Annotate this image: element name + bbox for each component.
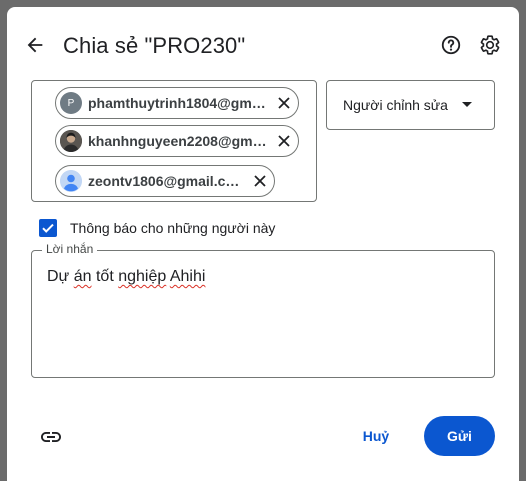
avatar	[60, 170, 82, 192]
share-dialog: Chia sẻ "PRO230" P phamthuytrinh1804@gma…	[7, 7, 519, 481]
help-icon	[441, 35, 461, 55]
dialog-title: Chia sẻ "PRO230"	[63, 33, 246, 58]
close-icon	[278, 97, 290, 109]
notify-label: Thông báo cho những người này	[70, 220, 276, 236]
dialog-header: Chia sẻ "PRO230"	[7, 7, 519, 83]
role-dropdown[interactable]: Người chỉnh sửa	[326, 80, 495, 130]
avatar-letter: P	[67, 97, 75, 109]
link-icon	[41, 432, 61, 442]
message-text: Dự án tốt nghiệp Ahihi	[47, 268, 205, 286]
back-button[interactable]	[21, 31, 49, 59]
message-word: tốt	[95, 268, 114, 285]
recipient-email: phamthuytrinh1804@gmai…	[88, 95, 270, 111]
copy-link-button[interactable]	[37, 423, 65, 451]
remove-recipient-button[interactable]	[274, 131, 294, 151]
gear-icon	[480, 35, 500, 55]
checkmark-icon	[42, 223, 54, 233]
message-word: Dự	[47, 268, 70, 285]
message-legend: Lời nhắn	[42, 242, 98, 256]
arrow-back-icon	[27, 37, 43, 53]
recipients-field[interactable]: P phamthuytrinh1804@gmai… khanhnguyeen22…	[31, 80, 317, 202]
recipient-chip[interactable]: zeontv1806@gmail.com	[55, 165, 275, 197]
send-button[interactable]: Gửi	[424, 416, 495, 456]
dropdown-caret-icon	[462, 102, 472, 107]
message-word: án	[73, 268, 92, 285]
recipient-email: khanhnguyeen2208@gmai…	[88, 133, 270, 149]
notify-row: Thông báo cho những người này	[39, 218, 275, 238]
recipient-chip[interactable]: khanhnguyeen2208@gmai…	[55, 125, 299, 157]
role-selected-label: Người chỉnh sửa	[343, 97, 448, 113]
remove-recipient-button[interactable]	[250, 171, 270, 191]
message-word: nghiệp	[118, 268, 167, 285]
close-icon	[278, 135, 290, 147]
remove-recipient-button[interactable]	[274, 93, 294, 113]
notify-checkbox[interactable]	[39, 219, 57, 237]
message-field[interactable]: Lời nhắn Dự án tốt nghiệp Ahihi	[31, 242, 495, 378]
profile-photo-icon	[60, 130, 82, 152]
help-button[interactable]	[439, 33, 463, 57]
settings-button[interactable]	[478, 33, 502, 57]
message-word: Ahihi	[169, 268, 206, 285]
recipient-email: zeontv1806@gmail.com	[88, 173, 246, 189]
close-icon	[254, 175, 266, 187]
avatar	[60, 130, 82, 152]
cancel-button[interactable]: Huỷ	[347, 417, 405, 455]
person-icon	[60, 170, 82, 192]
avatar: P	[60, 92, 82, 114]
dialog-footer: Huỷ Gửi	[7, 407, 519, 463]
recipient-chip[interactable]: P phamthuytrinh1804@gmai…	[55, 87, 299, 119]
